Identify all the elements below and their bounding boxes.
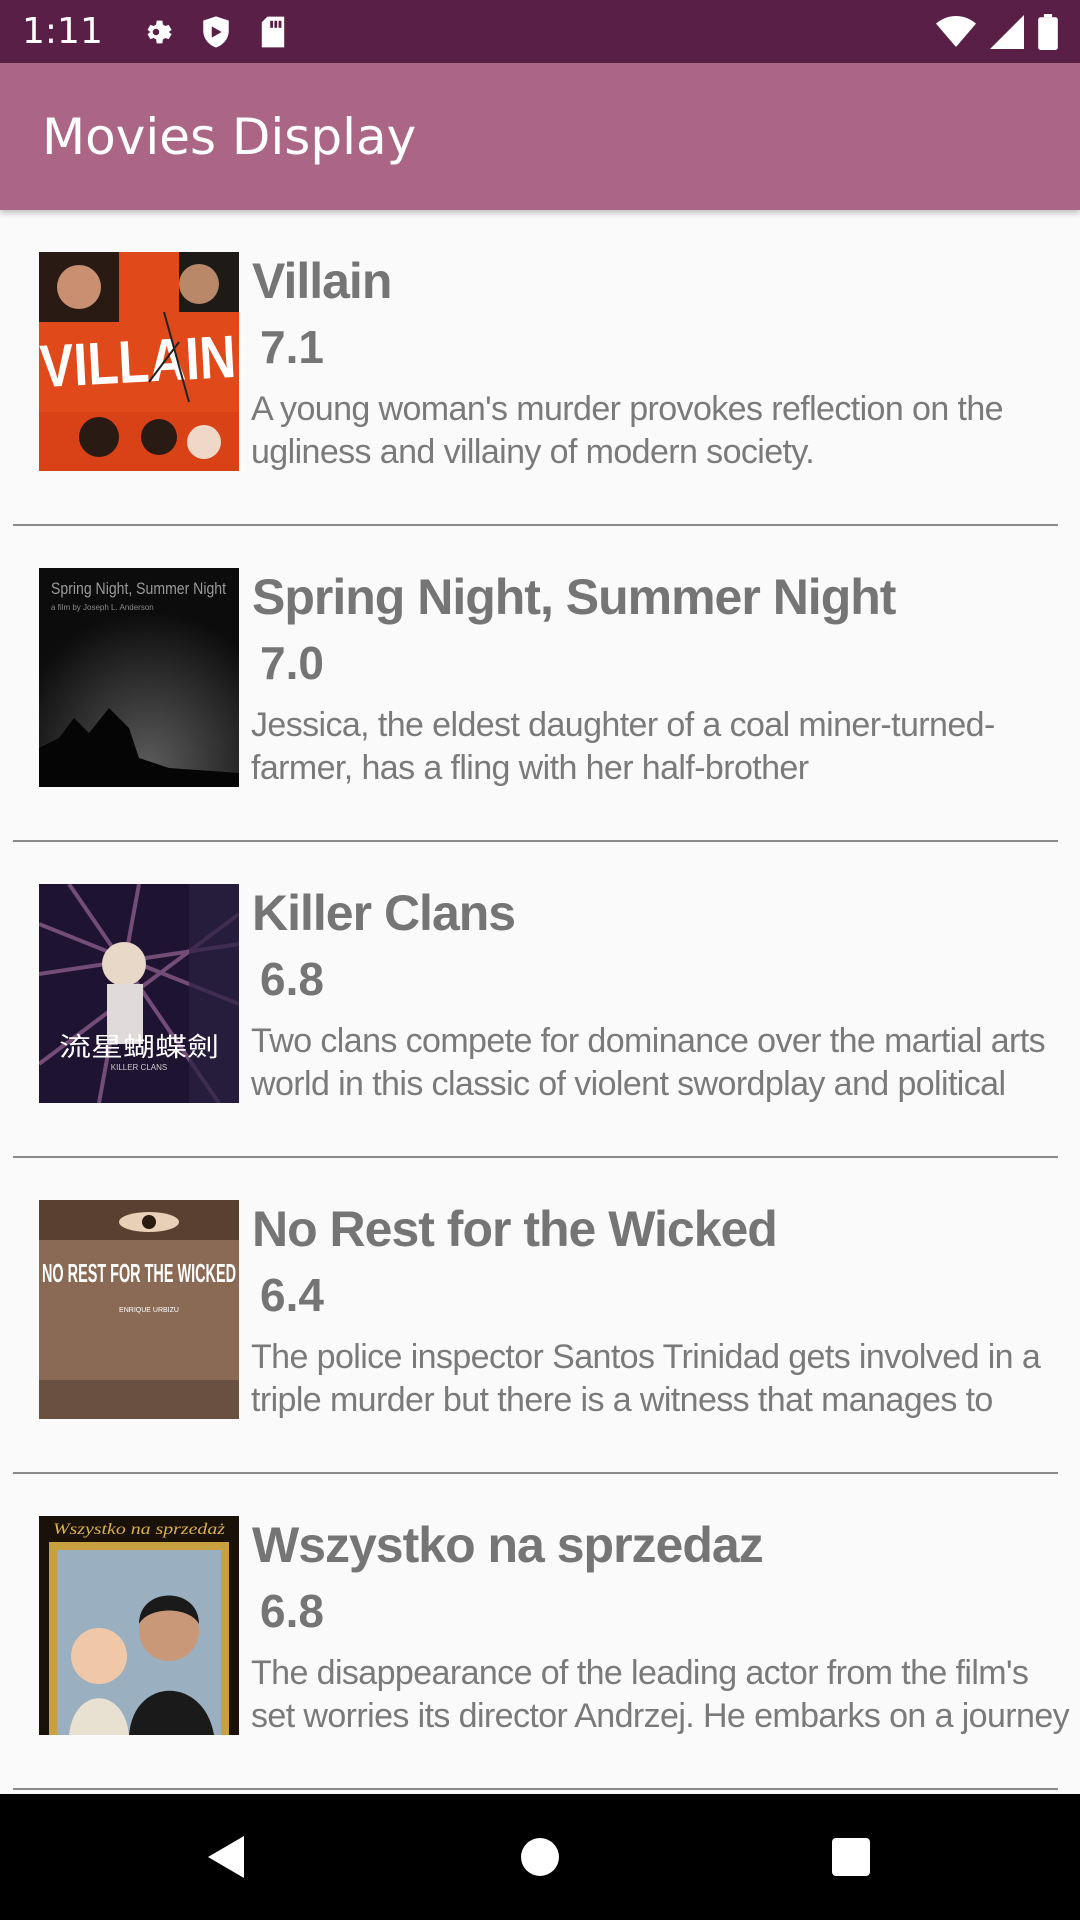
status-icons-left xyxy=(139,15,287,49)
movie-rating: 6.8 xyxy=(260,1585,324,1637)
poster-title: Spring Night, Summer Night xyxy=(51,579,226,598)
movie-rating: 6.4 xyxy=(260,1269,324,1321)
poster-title: VILLAIN xyxy=(39,323,238,400)
status-icons-right xyxy=(936,13,1058,50)
movie-list[interactable]: VILLAIN Villain 7.1 A young woman's murd… xyxy=(0,210,1080,1794)
poster-subtitle: KILLER CLANS xyxy=(111,1063,167,1072)
app-title: Movies Display xyxy=(42,107,417,166)
movie-row[interactable]: Spring Night, Summer Night a film by Jos… xyxy=(0,526,1080,842)
poster-subtitle: a film by Joseph L. Anderson xyxy=(51,603,154,612)
movie-overview: The disappearance of the leading actor f… xyxy=(251,1654,1070,1735)
poster-title: NO REST FOR THE WICKED xyxy=(42,1258,236,1288)
status-time: 1:11 xyxy=(22,11,103,52)
movie-poster: 流星蝴蝶劍 KILLER CLANS xyxy=(39,884,239,1103)
movie-overview: A young woman's murder provokes reflecti… xyxy=(251,390,1004,471)
app-bar: Movies Display xyxy=(0,63,1080,210)
poster-title: Wszystko na sprzedaż xyxy=(53,1521,226,1538)
movie-overview: Two clans compete for dominance over the… xyxy=(251,1022,1046,1103)
movie-poster: VILLAIN xyxy=(39,252,239,471)
movie-row[interactable]: NO REST FOR THE WICKED ENRIQUE URBIZU No… xyxy=(0,1158,1080,1474)
recents-icon xyxy=(832,1838,870,1876)
movie-overview: Jessica, the eldest daughter of a coal m… xyxy=(251,706,995,787)
movie-title: Villain xyxy=(252,253,392,309)
movie-poster: Spring Night, Summer Night a film by Jos… xyxy=(39,568,239,787)
status-bar: 1:11 xyxy=(0,0,1080,63)
recents-button[interactable] xyxy=(806,1794,896,1920)
battery-icon xyxy=(1038,13,1058,50)
gear-icon xyxy=(147,20,172,43)
sd-card-icon xyxy=(261,16,285,47)
shield-icon xyxy=(203,15,229,48)
movie-rating: 7.0 xyxy=(260,637,324,689)
home-icon xyxy=(521,1838,559,1876)
back-button[interactable] xyxy=(180,1794,270,1920)
back-icon xyxy=(208,1836,244,1878)
movie-title: Killer Clans xyxy=(252,885,516,941)
movie-overview: The police inspector Santos Trinidad get… xyxy=(251,1338,1041,1419)
movie-title: Wszystko na sprzedaz xyxy=(252,1517,764,1573)
poster-title: 流星蝴蝶劍 xyxy=(59,1033,219,1063)
movie-row[interactable]: VILLAIN Villain 7.1 A young woman's murd… xyxy=(0,210,1080,526)
movie-title: No Rest for the Wicked xyxy=(252,1201,778,1257)
poster-subtitle: ENRIQUE URBIZU xyxy=(119,1307,179,1314)
movie-row[interactable]: 流星蝴蝶劍 KILLER CLANS Killer Clans 6.8 Two … xyxy=(0,842,1080,1158)
movie-poster: Wszystko na sprzedaż xyxy=(39,1516,239,1735)
movie-rating: 7.1 xyxy=(260,321,324,373)
movie-poster: NO REST FOR THE WICKED ENRIQUE URBIZU xyxy=(39,1200,239,1419)
row-divider xyxy=(13,1788,1058,1790)
home-button[interactable] xyxy=(495,1794,585,1920)
nav-bar xyxy=(0,1794,1080,1920)
wifi-icon xyxy=(936,15,976,47)
movie-title: Spring Night, Summer Night xyxy=(252,569,896,625)
signal-icon xyxy=(990,14,1024,49)
movie-rating: 6.8 xyxy=(260,953,324,1005)
movie-row[interactable]: Wszystko na sprzedaż Wszystko na sprzeda… xyxy=(0,1474,1080,1790)
